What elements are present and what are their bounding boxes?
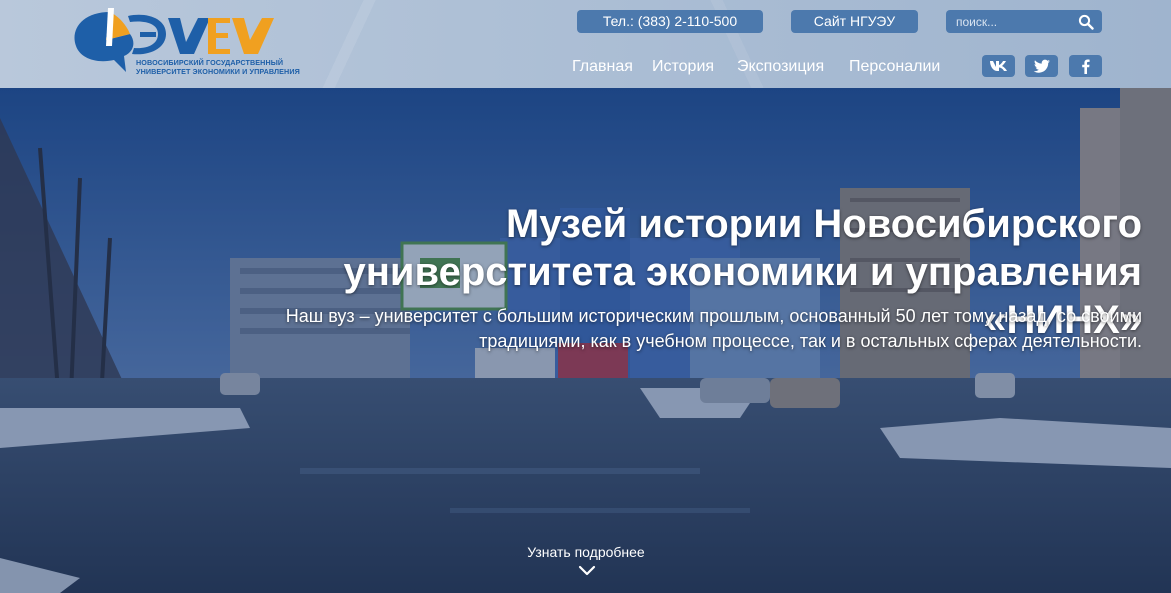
phone-button[interactable]: Тел.: (383) 2-110-500 bbox=[577, 10, 763, 33]
learn-more-link[interactable]: Узнать подробнее bbox=[486, 544, 686, 560]
site-header: Новосибирский государственный университе… bbox=[0, 0, 1171, 88]
twitter-icon[interactable] bbox=[1025, 55, 1058, 77]
university-logo[interactable]: Новосибирский государственный университе… bbox=[70, 6, 310, 82]
chevron-down-icon[interactable] bbox=[578, 565, 596, 576]
university-site-button[interactable]: Сайт НГУЭУ bbox=[791, 10, 918, 33]
nav-item-personalities[interactable]: Персоналии bbox=[849, 56, 940, 78]
search-input[interactable] bbox=[946, 10, 1076, 33]
logo-caption-line2: университет экономики и управления bbox=[136, 66, 300, 76]
nav-item-home[interactable]: Главная bbox=[572, 56, 633, 78]
nav-item-history[interactable]: История bbox=[652, 56, 714, 78]
vk-icon[interactable] bbox=[982, 55, 1015, 77]
nav-item-exposition[interactable]: Экспозиция bbox=[737, 56, 824, 78]
hero-section: Музей истории Новосибирского универстите… bbox=[0, 88, 1171, 593]
hero-subtitle: Наш вуз – университет с большим историче… bbox=[285, 306, 1142, 351]
search-box bbox=[946, 10, 1102, 33]
logo-caption: Новосибирский государственный университе… bbox=[136, 58, 336, 76]
facebook-icon[interactable] bbox=[1069, 55, 1102, 77]
search-icon[interactable] bbox=[1078, 14, 1094, 30]
